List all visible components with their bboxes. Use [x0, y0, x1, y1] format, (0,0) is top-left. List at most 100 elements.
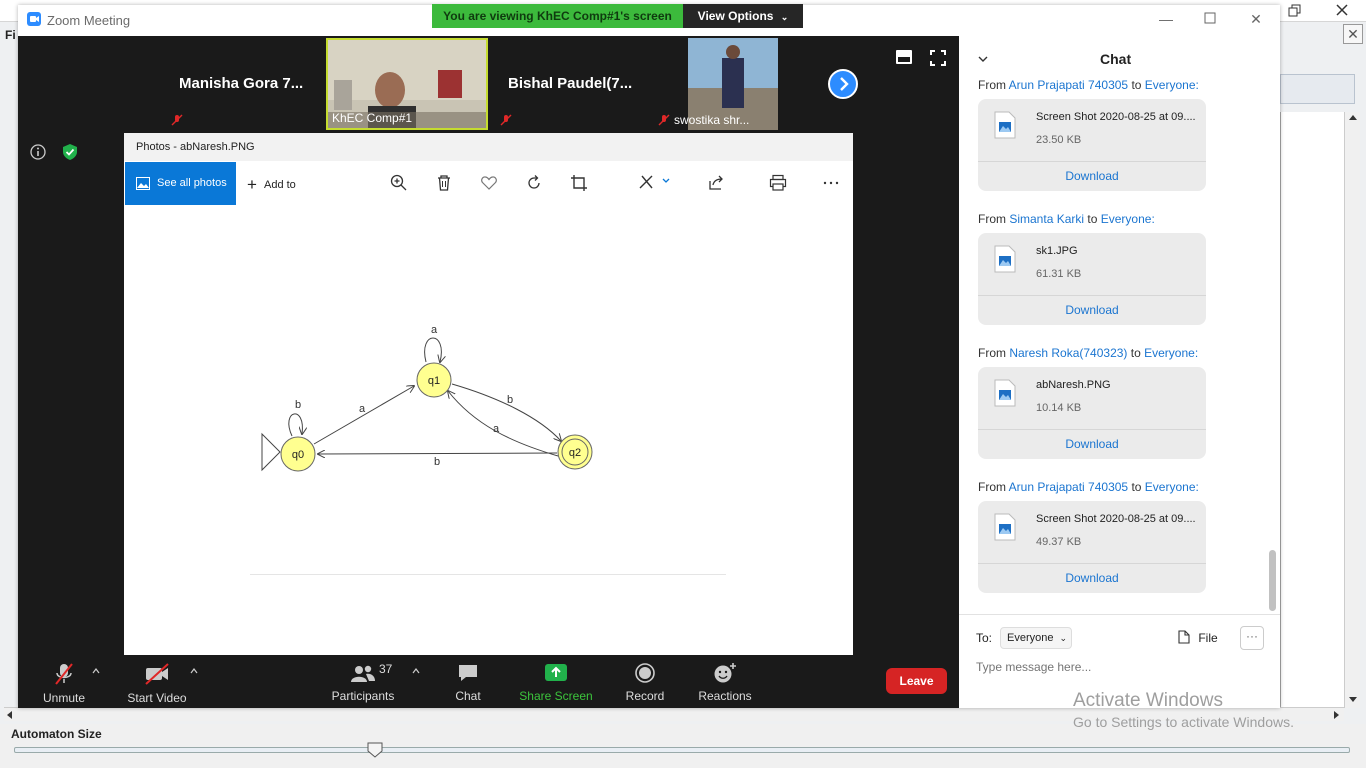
download-link[interactable]: Download: [978, 571, 1206, 585]
download-link[interactable]: Download: [978, 437, 1206, 451]
recipient-name[interactable]: Everyone:: [1145, 78, 1199, 92]
sender-name[interactable]: Arun Prajapati 740305: [1009, 480, 1128, 494]
file-message-card[interactable]: abNaresh.PNG 10.14 KB Download: [978, 367, 1206, 459]
next-participants-button[interactable]: [828, 69, 858, 99]
participants-count: 37: [379, 662, 393, 676]
background-tab[interactable]: [1280, 74, 1355, 104]
file-name: Screen Shot 2020-08-25 at 09....: [1036, 111, 1196, 123]
record-label: Record: [625, 689, 665, 703]
participants-button[interactable]: 37 Participants: [330, 662, 396, 703]
share-icon[interactable]: [707, 174, 725, 192]
rotate-icon[interactable]: [525, 174, 543, 192]
recipient-name[interactable]: Everyone:: [1145, 480, 1199, 494]
participant-tile[interactable]: Manisha Gora 7...: [165, 38, 325, 130]
share-screen-button[interactable]: Share Screen: [518, 662, 594, 703]
background-vertical-scrollbar[interactable]: [1344, 112, 1360, 708]
share-screen-icon: [545, 664, 567, 681]
slider-thumb[interactable]: [367, 742, 383, 758]
message-sender-line: From Naresh Roka(740323) to Everyone:: [978, 346, 1198, 360]
message-input[interactable]: [976, 658, 1266, 676]
unmute-button[interactable]: Unmute: [36, 662, 92, 705]
chat-scrollbar-thumb[interactable]: [1269, 550, 1276, 611]
image-file-icon: [994, 111, 1016, 139]
start-video-button[interactable]: Start Video: [124, 662, 190, 705]
reactions-button[interactable]: Reactions: [697, 662, 753, 703]
recipient-select[interactable]: Everyone ⌄: [1000, 627, 1072, 649]
chat-button[interactable]: Chat: [450, 662, 486, 703]
chevron-down-icon: ⌄: [1059, 633, 1068, 643]
state-q2: q2: [557, 434, 593, 470]
participant-tile[interactable]: Bishal Paudel(7...: [494, 38, 654, 130]
more-options-icon[interactable]: [822, 174, 840, 192]
see-all-photos-button[interactable]: See all photos: [125, 162, 236, 205]
divider: [978, 429, 1206, 430]
automaton-diagram: q0 q1 q2 a b a b a b: [261, 324, 593, 472]
background-close-button[interactable]: ✕: [1343, 24, 1363, 44]
transition-label: b: [295, 399, 301, 411]
chevron-up-icon[interactable]: [412, 668, 420, 674]
record-icon: [635, 663, 655, 683]
delete-icon[interactable]: [435, 174, 453, 192]
record-button[interactable]: Record: [622, 662, 668, 703]
from-prefix: From: [978, 212, 1006, 226]
participant-tile[interactable]: swostika shr...: [652, 38, 812, 130]
from-prefix: From: [978, 480, 1006, 494]
file-message-card[interactable]: sk1.JPG 61.31 KB Download: [978, 233, 1206, 325]
edit-create-icon[interactable]: [638, 174, 674, 192]
maximize-icon[interactable]: [1202, 12, 1218, 26]
participant-tile-active-speaker[interactable]: KhEC Comp#1: [326, 38, 488, 130]
file-size: 23.50 KB: [1036, 134, 1082, 146]
view-options-label: View Options: [697, 9, 774, 23]
participants-label: Participants: [331, 689, 395, 703]
shield-icon[interactable]: [61, 143, 79, 161]
more-options-button[interactable]: ···: [1240, 626, 1264, 650]
transition-label: a: [431, 324, 438, 336]
download-link[interactable]: Download: [978, 303, 1206, 317]
automaton-size-label: Automaton Size: [11, 727, 102, 741]
image-file-icon: [994, 513, 1016, 541]
close-icon[interactable]: ✕: [1248, 12, 1264, 26]
view-layout-icon[interactable]: [896, 50, 912, 67]
transition-label: b: [507, 394, 513, 406]
participants-icon: [351, 665, 375, 682]
sender-name[interactable]: Arun Prajapati 740305: [1009, 78, 1128, 92]
chevron-up-icon[interactable]: [190, 668, 198, 674]
background-menu-file[interactable]: Fi: [0, 22, 20, 44]
recipient-name[interactable]: Everyone:: [1101, 212, 1155, 226]
view-options-button[interactable]: View Options ⌄: [683, 4, 803, 28]
to-word: to: [1130, 346, 1141, 360]
favorite-heart-icon[interactable]: [480, 174, 498, 192]
print-icon[interactable]: [769, 174, 787, 192]
file-button[interactable]: File: [1178, 630, 1218, 645]
chat-panel-title: Chat: [1100, 51, 1132, 67]
to-label: To:: [976, 631, 993, 645]
fullscreen-icon[interactable]: [930, 50, 946, 69]
image-file-icon: [994, 245, 1016, 273]
sender-name[interactable]: Naresh Roka(740323): [1009, 346, 1127, 360]
muted-mic-icon: [500, 114, 512, 126]
leave-button[interactable]: Leave: [886, 668, 947, 694]
add-to-button[interactable]: + Add to: [247, 175, 296, 195]
chevron-up-icon[interactable]: [92, 668, 100, 674]
crop-icon[interactable]: [570, 174, 588, 192]
reaction-emoji-icon: [714, 663, 736, 683]
zoom-in-icon[interactable]: [390, 174, 408, 192]
message-sender-line: From Arun Prajapati 740305 to Everyone:: [978, 78, 1199, 92]
file-message-card[interactable]: Screen Shot 2020-08-25 at 09.... 23.50 KB…: [978, 99, 1206, 191]
recipient-value: Everyone: [1007, 632, 1054, 644]
viewing-screen-banner: You are viewing KhEC Comp#1's screen: [432, 4, 683, 28]
recipient-name[interactable]: Everyone:: [1144, 346, 1198, 360]
automaton-size-slider[interactable]: [14, 747, 1350, 753]
state-q1: q1: [416, 362, 452, 398]
participant-name: Bishal Paudel(7...: [508, 75, 633, 92]
minimize-icon[interactable]: —: [1158, 12, 1174, 26]
file-message-card[interactable]: Screen Shot 2020-08-25 at 09.... 49.37 KB…: [978, 501, 1206, 593]
chevron-down-icon[interactable]: [977, 53, 989, 65]
info-icon[interactable]: [29, 143, 47, 161]
download-link[interactable]: Download: [978, 169, 1206, 183]
restore-and-close-icons[interactable]: [1280, 0, 1366, 22]
sender-name[interactable]: Simanta Karki: [1009, 212, 1084, 226]
share-screen-label: Share Screen: [519, 689, 593, 703]
to-word: to: [1131, 480, 1142, 494]
chat-scrollbar[interactable]: [1268, 82, 1278, 612]
